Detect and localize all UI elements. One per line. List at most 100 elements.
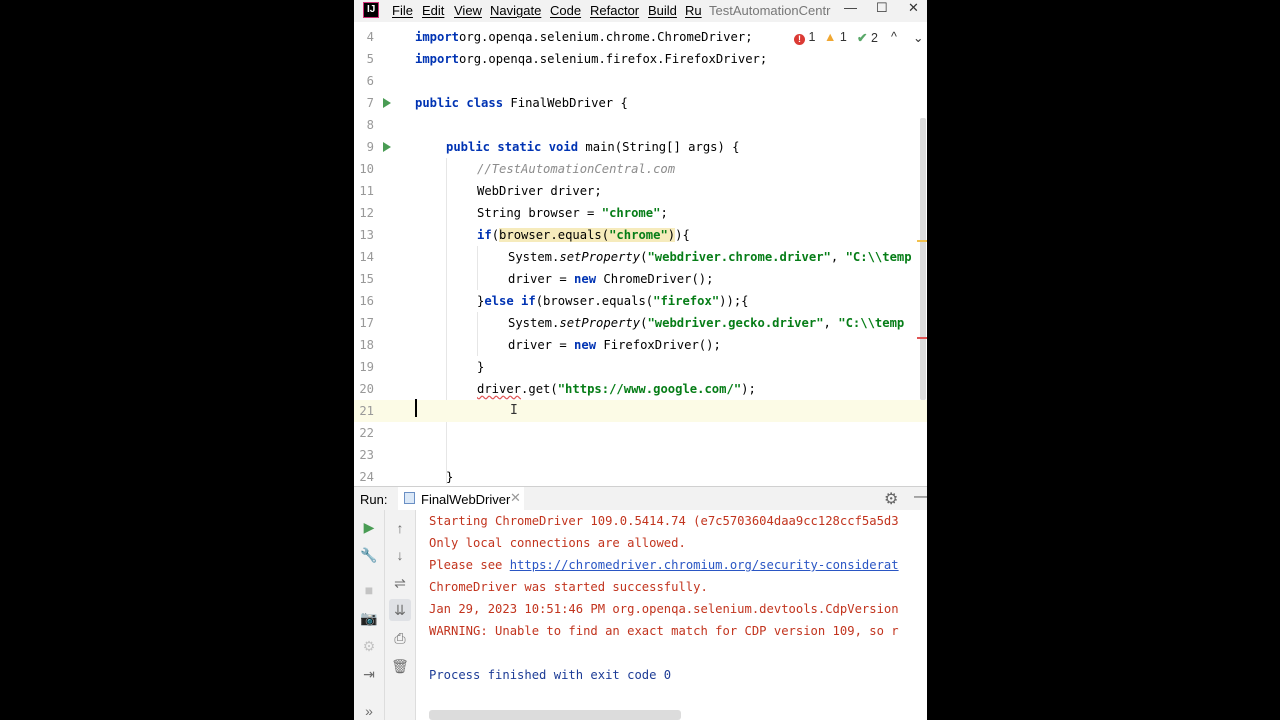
code-text: driver = new ChromeDriver();: [508, 272, 713, 286]
code-line[interactable]: 21: [354, 400, 927, 422]
code-token: import: [415, 52, 460, 66]
code-text: System.setProperty("webdriver.gecko.driv…: [508, 316, 904, 330]
code-line[interactable]: 5 importorg.openqa.selenium.firefox.Firef…: [354, 48, 927, 70]
code-token: (browser.equals(: [535, 294, 654, 308]
error-stripe-marker[interactable]: [917, 337, 927, 339]
code-token: main(String[] args) {: [578, 140, 740, 154]
console-line: Please see https://chromedriver.chromium…: [429, 558, 899, 572]
minimize-button[interactable]: —: [844, 0, 857, 15]
code-line[interactable]: 17 System.setProperty("webdriver.gecko.dr…: [354, 312, 927, 334]
error-count[interactable]: ! 1: [794, 30, 815, 45]
code-line[interactable]: 23: [354, 444, 927, 466]
code-token: "firefox": [653, 294, 720, 308]
code-line[interactable]: 24}: [354, 466, 927, 484]
code-line[interactable]: 10 //TestAutomationCentral.com: [354, 158, 927, 180]
code-line[interactable]: 7 public class FinalWebDriver {: [354, 92, 927, 114]
menu-view[interactable]: View: [454, 3, 482, 18]
code-line[interactable]: 13 if(browser.equals("chrome")){: [354, 224, 927, 246]
console-horizontal-scrollbar[interactable]: [429, 710, 681, 720]
code-line[interactable]: 14 System.setProperty("webdriver.chrome.d…: [354, 246, 927, 268]
line-number: 20: [359, 382, 374, 396]
code-line[interactable]: 19}: [354, 356, 927, 378]
code-token: setProperty: [559, 250, 641, 264]
code-line[interactable]: 15 driver = new ChromeDriver();: [354, 268, 927, 290]
editor-vertical-scrollbar[interactable]: [920, 118, 926, 400]
menu-navigate[interactable]: Navigate: [490, 3, 541, 18]
console-line: Starting ChromeDriver 109.0.5414.74 (e7c…: [429, 514, 899, 528]
line-number: 8: [366, 118, 374, 132]
code-text: String browser = "chrome";: [477, 206, 668, 220]
code-token: {: [682, 228, 690, 242]
code-token: String browser =: [477, 206, 602, 220]
menu-file[interactable]: File: [392, 3, 413, 18]
settings-icon[interactable]: ⚙: [358, 635, 380, 657]
code-token: import: [415, 30, 460, 44]
more-icon[interactable]: »: [358, 700, 380, 720]
line-number: 22: [359, 426, 374, 440]
line-number: 10: [359, 162, 374, 176]
print-icon[interactable]: ⎙: [389, 627, 411, 649]
trash-icon[interactable]: 🗑: [389, 655, 411, 677]
code-token: org.openqa.selenium.firefox.FirefoxDrive…: [459, 52, 768, 66]
run-gutter-icon[interactable]: [383, 142, 391, 152]
menu-code[interactable]: Code: [550, 3, 581, 18]
camera-icon[interactable]: 📷: [358, 607, 380, 629]
weak-warning-count[interactable]: ✔ 2: [857, 30, 878, 45]
next-highlight-button[interactable]: ⌄: [913, 30, 923, 45]
wrench-icon[interactable]: 🔧: [358, 544, 380, 566]
close-button[interactable]: ✕: [908, 0, 919, 16]
code-line[interactable]: 20 driver.get("https://www.google.com/");: [354, 378, 927, 400]
scroll-to-end-icon[interactable]: ⇊: [389, 599, 411, 621]
rerun-icon[interactable]: ▶: [358, 516, 380, 538]
line-number: 21: [359, 404, 374, 418]
menu-refactor[interactable]: Refactor: [590, 3, 639, 18]
hide-panel-button[interactable]: —: [914, 488, 927, 506]
code-text: }else if(browser.equals("firefox"));{: [477, 294, 749, 308]
settings-gear-icon[interactable]: ⚙: [884, 489, 898, 509]
down-arrow-icon[interactable]: ↓: [389, 544, 411, 566]
menu-edit[interactable]: Edit: [422, 3, 444, 18]
code-line[interactable]: 8: [354, 114, 927, 136]
soft-wrap-icon[interactable]: ⇌: [389, 572, 411, 594]
code-token: public class: [415, 96, 504, 110]
code-token: }: [446, 470, 454, 484]
maximize-button[interactable]: ☐: [876, 0, 888, 16]
code-text: WebDriver driver;: [477, 184, 602, 198]
line-number: 14: [359, 250, 374, 264]
code-token: new: [574, 338, 597, 352]
code-text: importorg.openqa.selenium.chrome.ChromeD…: [415, 30, 753, 44]
intellij-logo-icon: IJ: [363, 2, 379, 18]
warning-count[interactable]: ▲ 1: [824, 30, 847, 44]
up-arrow-icon[interactable]: ↑: [389, 517, 411, 539]
run-tool-window-header: Run: FinalWebDriver ✕ ⚙ —: [354, 486, 927, 511]
code-token: "https://www.google.com/": [557, 382, 742, 396]
line-number: 15: [359, 272, 374, 286]
console-line: WARNING: Unable to find an exact match f…: [429, 624, 899, 638]
warning-stripe-marker[interactable]: [917, 240, 927, 242]
run-tab-finalwebdriver[interactable]: FinalWebDriver ✕: [398, 487, 524, 511]
menu-run[interactable]: Ru: [685, 3, 702, 18]
run-console[interactable]: Starting ChromeDriver 109.0.5414.74 (e7c…: [416, 510, 927, 720]
console-line: Jan 29, 2023 10:51:46 PM org.openqa.sele…: [429, 602, 899, 616]
code-line[interactable]: 16}else if(browser.equals("firefox"));{: [354, 290, 927, 312]
line-number: 12: [359, 206, 374, 220]
mouse-ibeam-icon: I: [510, 403, 518, 418]
run-gutter-icon[interactable]: [383, 98, 391, 108]
code-token: driver =: [508, 338, 575, 352]
code-line[interactable]: 11 WebDriver driver;: [354, 180, 927, 202]
close-tab-icon[interactable]: ✕: [510, 490, 521, 506]
stop-icon[interactable]: ■: [358, 579, 380, 601]
code-line[interactable]: 9 public static void main(String[] args) …: [354, 136, 927, 158]
exit-icon[interactable]: ⇥: [358, 663, 380, 685]
code-line[interactable]: 6: [354, 70, 927, 92]
code-line[interactable]: 12 String browser = "chrome";: [354, 202, 927, 224]
code-editor[interactable]: 4 importorg.openqa.selenium.chrome.Chrome…: [354, 26, 927, 484]
code-line[interactable]: 18 driver = new FirefoxDriver();: [354, 334, 927, 356]
code-line[interactable]: 22: [354, 422, 927, 444]
previous-highlight-button[interactable]: ^: [891, 30, 897, 44]
console-link[interactable]: https://chromedriver.chromium.org/securi…: [510, 558, 899, 572]
run-tab-label: FinalWebDriver: [421, 492, 511, 507]
menu-build[interactable]: Build: [648, 3, 677, 18]
code-token: ChromeDriver();: [596, 272, 714, 286]
code-text: public static void main(String[] args) {: [446, 140, 740, 154]
